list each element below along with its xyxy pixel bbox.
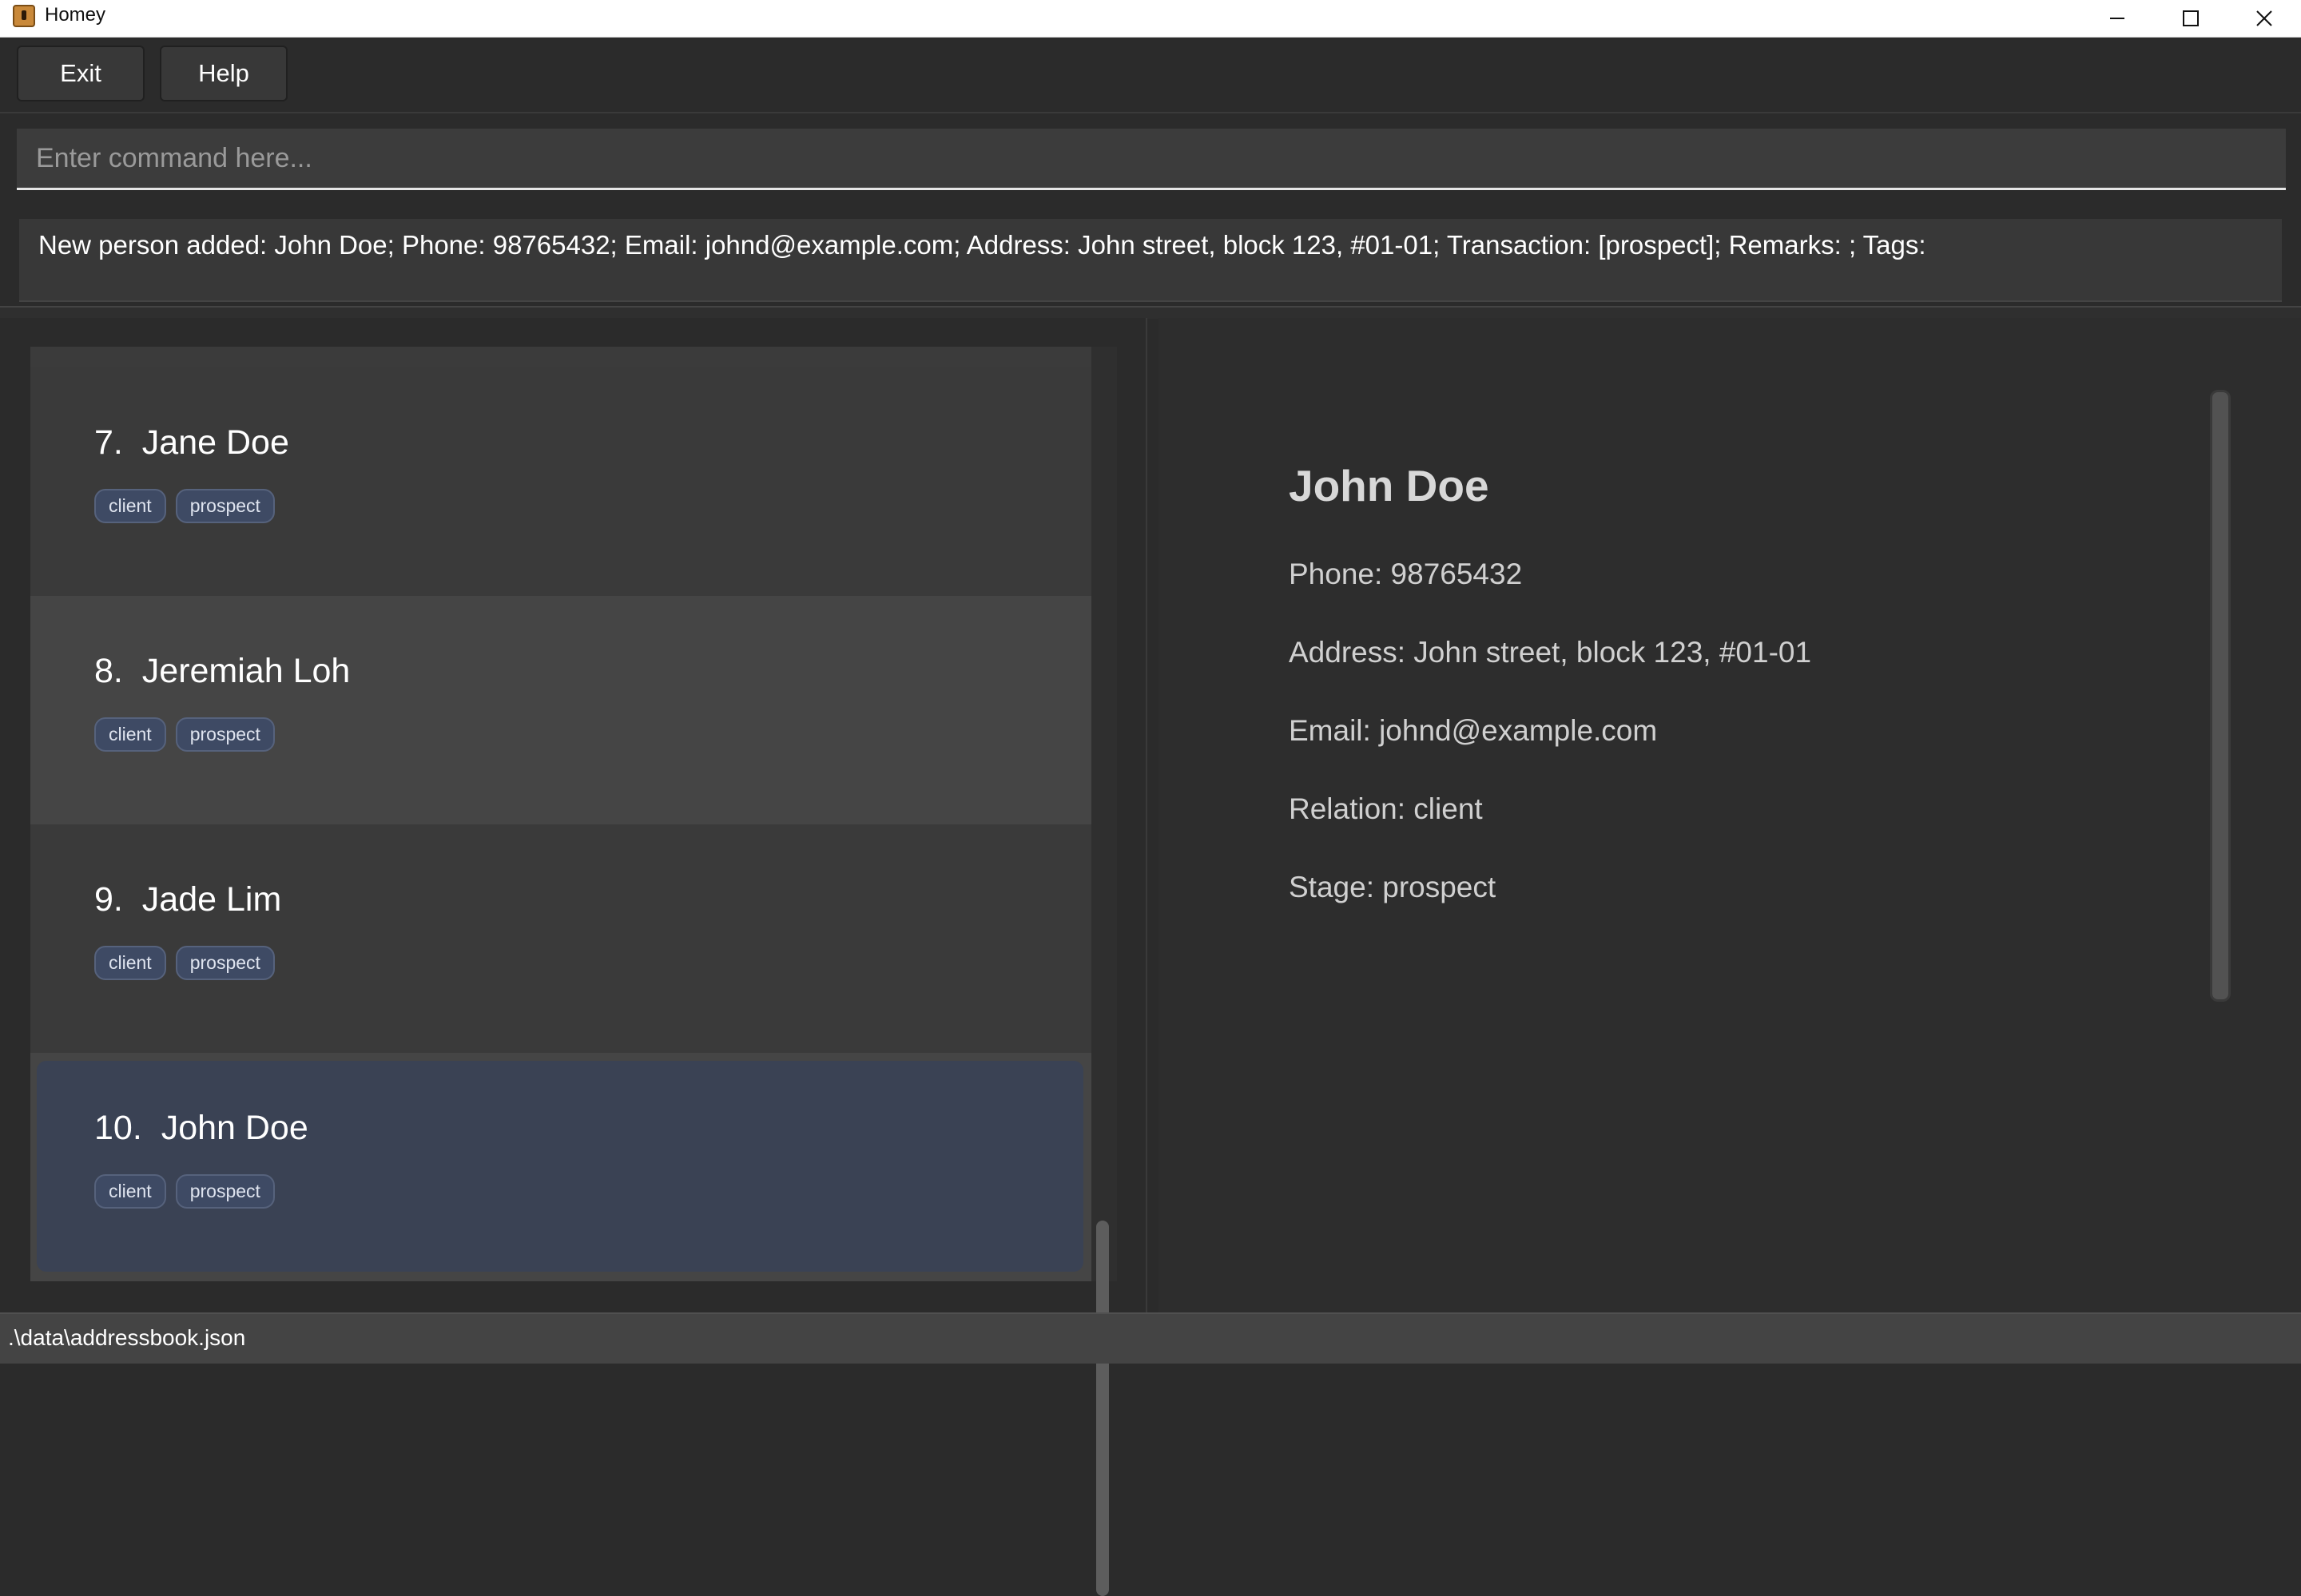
list-scrollbar[interactable] xyxy=(1096,1221,1109,1596)
title-bar: Homey xyxy=(0,0,2301,38)
person-list[interactable]: 7. Jane Doe client prospect 8. Jeremiah … xyxy=(30,347,1117,1281)
detail-email: Email: johnd@example.com xyxy=(1289,714,1658,747)
detail-scrollbar[interactable] xyxy=(2210,390,2231,1002)
person-card-title: 8. Jeremiah Loh xyxy=(94,652,351,690)
tag-list: client prospect xyxy=(94,717,275,752)
maximize-icon xyxy=(2183,10,2199,26)
tag-client: client xyxy=(94,489,166,523)
person-card-9[interactable]: 9. Jade Lim client prospect xyxy=(30,824,1091,1053)
tag-prospect: prospect xyxy=(175,717,275,752)
person-card-10-selected[interactable]: 10. John Doe client prospect xyxy=(30,1053,1091,1281)
command-input[interactable] xyxy=(17,129,2286,188)
minimize-button[interactable] xyxy=(2080,0,2154,37)
tag-client: client xyxy=(94,946,166,980)
person-card-title: 7. Jane Doe xyxy=(94,423,289,462)
app-icon xyxy=(13,5,35,27)
selection-highlight xyxy=(37,1061,1083,1272)
exit-menu-button[interactable]: Exit xyxy=(17,46,145,101)
divider xyxy=(0,306,2301,319)
menu-bar: Exit Help xyxy=(0,38,2301,113)
minimize-icon xyxy=(2110,18,2124,19)
close-button[interactable] xyxy=(2227,0,2301,37)
detail-relation: Relation: client xyxy=(1289,792,1483,825)
tag-list: client prospect xyxy=(94,946,275,980)
tag-client: client xyxy=(94,717,166,752)
window-title: Homey xyxy=(45,4,106,26)
person-card-8[interactable]: 8. Jeremiah Loh client prospect xyxy=(30,596,1091,824)
tag-prospect: prospect xyxy=(175,946,275,980)
tag-prospect: prospect xyxy=(175,1174,275,1209)
status-bar: .\data\addressbook.json xyxy=(0,1312,2301,1364)
tag-client: client xyxy=(94,1174,166,1209)
person-card-7[interactable]: 7. Jane Doe client prospect xyxy=(30,367,1091,596)
detail-address: Address: John street, block 123, #01-01 xyxy=(1289,636,1812,669)
detail-name: John Doe xyxy=(1289,461,1489,510)
detail-phone: Phone: 98765432 xyxy=(1289,558,1523,590)
person-list-panel: 7. Jane Doe client prospect 8. Jeremiah … xyxy=(0,318,1147,1596)
tag-list: client prospect xyxy=(94,489,275,523)
person-card-title: 10. John Doe xyxy=(94,1109,308,1147)
person-card-title: 9. Jade Lim xyxy=(94,880,282,919)
save-location: .\data\addressbook.json xyxy=(8,1325,246,1350)
close-icon xyxy=(2256,10,2272,26)
command-box xyxy=(17,129,2286,190)
result-display: New person added: John Doe; Phone: 98765… xyxy=(19,219,2282,302)
tag-prospect: prospect xyxy=(175,489,275,523)
tag-list: client prospect xyxy=(94,1174,275,1209)
help-menu-button[interactable]: Help xyxy=(160,46,288,101)
person-detail-panel: John Doe Phone: 98765432 Address: John s… xyxy=(1158,318,2301,1312)
detail-stage: Stage: prospect xyxy=(1289,871,1496,903)
list-scrolled-card-edge xyxy=(30,347,1091,367)
maximize-button[interactable] xyxy=(2154,0,2227,37)
